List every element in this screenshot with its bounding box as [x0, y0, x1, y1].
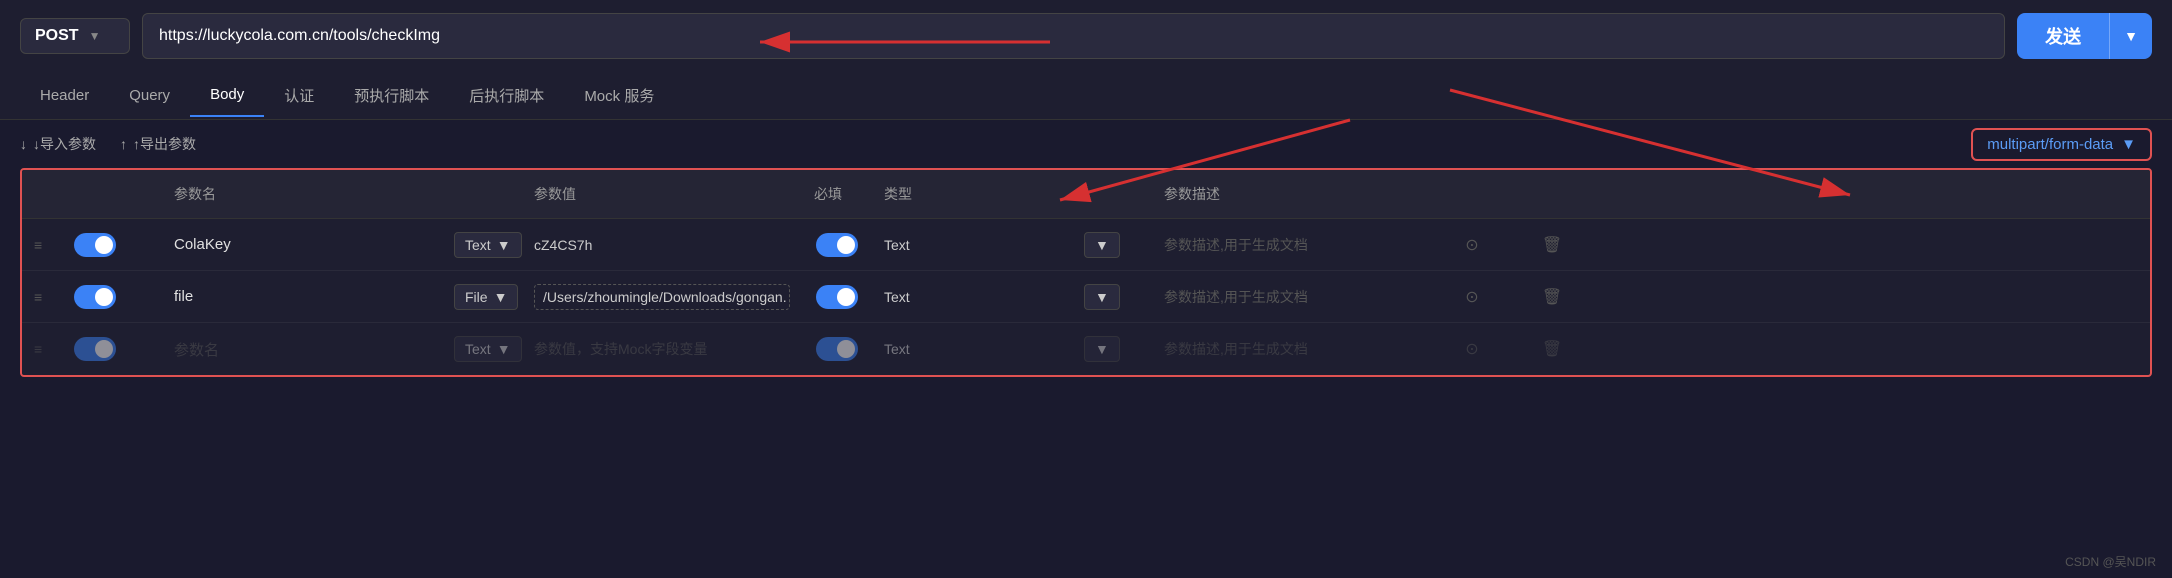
row2-result-type: Text [872, 285, 1072, 309]
row3-result-type-select[interactable]: ▼ [1072, 332, 1152, 366]
content-type-chevron: ▼ [2121, 136, 2136, 153]
row2-type-chevron: ▼ [494, 289, 508, 305]
table-row: ≡ ColaKey Text ▼ cZ4CS7h Text ▼ 参数描述,用于生… [22, 219, 2150, 271]
th-actions2 [1512, 180, 1592, 208]
actions-left: ↓ ↓导入参数 ↑ ↑导出参数 [20, 134, 196, 154]
th-description: 参数描述 [1152, 180, 1432, 208]
row3-required-toggle[interactable] [816, 337, 858, 361]
tab-post-script[interactable]: 后执行脚本 [449, 73, 564, 118]
import-icon: ↓ [20, 136, 27, 152]
table-header: 参数名 参数值 必填 类型 参数描述 [22, 170, 2150, 219]
row1-value[interactable]: cZ4CS7h [522, 233, 802, 257]
drag-handle[interactable]: ≡ [22, 341, 62, 357]
drag-handle[interactable]: ≡ [22, 289, 62, 305]
row2-delete-icon[interactable]: 🗑 [1512, 287, 1592, 307]
row1-copy-icon[interactable]: ⊙ [1432, 235, 1512, 255]
th-result-type: 类型 [872, 180, 1072, 208]
th-param-name: 参数名 [162, 180, 442, 208]
method-select[interactable]: POST ▼ [20, 18, 130, 54]
th-actions1 [1432, 180, 1512, 208]
row2-result-type-select[interactable]: ▼ [1072, 280, 1152, 314]
row1-description[interactable]: 参数描述,用于生成文档 [1152, 231, 1432, 259]
row3-value[interactable]: 参数值，支持Mock字段变量 [522, 335, 802, 363]
row3-toggle[interactable] [74, 337, 116, 361]
params-table: 参数名 参数值 必填 类型 参数描述 ≡ ColaKey Text ▼ cZ4C… [20, 168, 2152, 377]
row3-copy-icon[interactable]: ⊙ [1432, 339, 1512, 359]
tab-body[interactable]: Body [190, 74, 264, 117]
method-label: POST [35, 27, 79, 45]
row3-delete-icon[interactable]: 🗑 [1512, 339, 1592, 359]
row1-toggle[interactable] [74, 233, 116, 257]
drag-handle[interactable]: ≡ [22, 237, 62, 253]
row1-type-select[interactable]: Text ▼ [442, 228, 522, 262]
row2-value[interactable]: /Users/zhoumingle/Downloads/gongan. [534, 284, 790, 310]
actions-bar: ↓ ↓导入参数 ↑ ↑导出参数 multipart/form-data ▼ [0, 120, 2172, 168]
row3-param-name[interactable]: 参数名 [162, 335, 442, 364]
row2-type-select[interactable]: File ▼ [442, 280, 522, 314]
tab-mock[interactable]: Mock 服务 [564, 73, 674, 118]
row3-type-chevron: ▼ [497, 341, 511, 357]
url-input[interactable] [142, 13, 2005, 59]
row1-result-type-select[interactable]: ▼ [1072, 228, 1152, 262]
row2-result-type-chevron: ▼ [1095, 289, 1109, 305]
row2-copy-icon[interactable]: ⊙ [1432, 287, 1512, 307]
row1-required[interactable] [802, 233, 872, 257]
export-icon: ↑ [120, 136, 127, 152]
th-param-value: 参数值 [522, 180, 802, 208]
content-type-select[interactable]: multipart/form-data ▼ [1971, 128, 2152, 161]
row3-result-type-chevron: ▼ [1095, 341, 1109, 357]
row1-delete-icon[interactable]: 🗑 [1512, 235, 1592, 255]
row2-required-toggle[interactable] [816, 285, 858, 309]
tab-auth[interactable]: 认证 [264, 73, 334, 118]
row2-value-cell: /Users/zhoumingle/Downloads/gongan. [522, 280, 802, 314]
row2-param-name[interactable]: file [162, 284, 442, 309]
row2-required[interactable] [802, 285, 872, 309]
tab-query[interactable]: Query [109, 75, 190, 116]
send-dropdown-button[interactable]: ▼ [2110, 18, 2152, 54]
row1-type-chevron: ▼ [497, 237, 511, 253]
row2-description[interactable]: 参数描述,用于生成文档 [1152, 283, 1432, 311]
row3-result-type: Text [872, 337, 1072, 361]
th-toggle [62, 180, 162, 208]
send-button-group[interactable]: 发送 ▼ [2017, 13, 2152, 59]
row2-toggle[interactable] [74, 285, 116, 309]
row1-result-type-chevron: ▼ [1095, 237, 1109, 253]
row3-type-select[interactable]: Text ▼ [442, 332, 522, 366]
tab-pre-script[interactable]: 预执行脚本 [334, 73, 449, 118]
row3-required[interactable] [802, 337, 872, 361]
row1-param-name[interactable]: ColaKey [162, 232, 442, 257]
table-row: ≡ file File ▼ /Users/zhoumingle/Download… [22, 271, 2150, 323]
tab-header[interactable]: Header [20, 75, 109, 116]
import-params-button[interactable]: ↓ ↓导入参数 [20, 134, 96, 154]
th-result-type-select [1072, 180, 1152, 208]
watermark: CSDN @吴NDIR [2065, 553, 2156, 570]
row1-result-type: Text [872, 233, 1072, 257]
export-params-button[interactable]: ↑ ↑导出参数 [120, 134, 196, 154]
th-type-select [442, 180, 522, 208]
tabs-bar: Header Query Body 认证 预执行脚本 后执行脚本 Mock 服务 [0, 72, 2172, 120]
th-drag [22, 180, 62, 208]
row3-description[interactable]: 参数描述,用于生成文档 [1152, 335, 1432, 363]
method-chevron: ▼ [89, 29, 101, 43]
send-button[interactable]: 发送 [2017, 13, 2110, 59]
table-row: ≡ 参数名 Text ▼ 参数值，支持Mock字段变量 Text ▼ 参数描述,… [22, 323, 2150, 375]
top-bar: POST ▼ 发送 ▼ [0, 0, 2172, 72]
th-required: 必填 [802, 180, 872, 208]
row1-required-toggle[interactable] [816, 233, 858, 257]
